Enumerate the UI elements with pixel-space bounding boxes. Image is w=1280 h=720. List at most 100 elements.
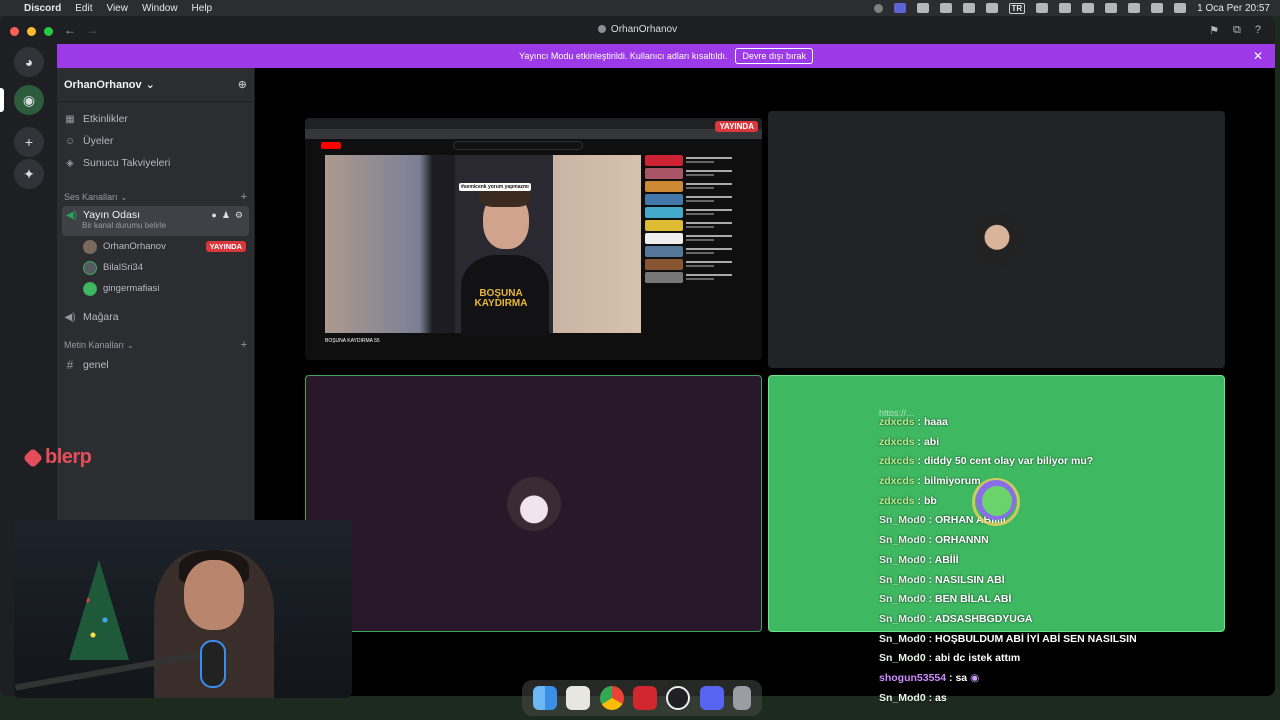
youtube-logo-icon bbox=[321, 142, 341, 149]
chat-message: Sn_Mod0 : NASILSIN ABİ bbox=[879, 573, 1005, 586]
menu-edit[interactable]: Edit bbox=[75, 3, 92, 14]
voice-channel-name: Yayın Odası bbox=[83, 209, 141, 221]
participant-tile[interactable] bbox=[768, 111, 1225, 368]
brightness-icon[interactable] bbox=[962, 3, 975, 13]
avatar bbox=[83, 260, 97, 275]
chat-message: Sn_Mod0 : ORHANNN bbox=[879, 534, 989, 547]
christmas-tree bbox=[69, 560, 129, 660]
video-title: BOŞUNA KAYDIRMA 55 bbox=[325, 338, 380, 344]
inbox-icon[interactable]: ⚑ bbox=[1209, 24, 1219, 37]
server-header[interactable]: OrhanOrhanov ⌄ ⊕ bbox=[57, 68, 254, 102]
stream-chat-overlay: https://... zdxcds : haaa zdxcds : abi z… bbox=[879, 408, 1219, 711]
menu-app-name[interactable]: Discord bbox=[24, 3, 61, 14]
live-badge: YAYINDA bbox=[205, 241, 246, 252]
voice-user[interactable]: gingermafiasi bbox=[57, 278, 254, 299]
add-text-channel-icon[interactable]: + bbox=[241, 339, 247, 351]
disable-streamer-mode-button[interactable]: Devre dışı bırak bbox=[735, 48, 813, 64]
macos-menu-bar: Discord Edit View Window Help TR 1 Oca P… bbox=[0, 0, 1280, 16]
streamer-head bbox=[184, 560, 244, 630]
screen-icon[interactable] bbox=[1059, 3, 1072, 13]
chat-message: Sn_Mod0 : ABİİİ bbox=[879, 553, 959, 566]
badge-icon: ◉ bbox=[970, 671, 980, 684]
nav-members[interactable]: ☺ Üyeler bbox=[57, 130, 254, 152]
title-bar: ← → OrhanOrhanov ⚑ ⧉ ? bbox=[0, 16, 1275, 44]
participant-tile-speaking[interactable] bbox=[305, 375, 762, 632]
chevron-down-icon: ⌄ bbox=[145, 79, 155, 91]
window-title: OrhanOrhanov bbox=[0, 24, 1275, 35]
screen-share-tile[interactable]: #semicenk yorum yapmazmı BOŞUNA KAYDIRMA… bbox=[305, 118, 762, 360]
riot-client-icon[interactable] bbox=[632, 686, 657, 710]
channel-magara[interactable]: ◀) Mağara bbox=[57, 306, 254, 328]
chat-bubble-icon[interactable]: ● bbox=[211, 210, 216, 221]
streamer-webcam bbox=[14, 520, 352, 698]
keyboard-icon[interactable] bbox=[1082, 3, 1095, 13]
popout-icon[interactable]: ⧉ bbox=[1233, 24, 1241, 37]
browser-tab-strip bbox=[305, 118, 762, 129]
menu-help[interactable]: Help bbox=[192, 3, 213, 14]
gear-icon[interactable]: ⚙ bbox=[235, 210, 243, 221]
grid-icon[interactable] bbox=[939, 3, 952, 13]
banner-text: Yayıncı Modu etkinleştirildi. Kullanıcı … bbox=[519, 51, 728, 61]
server-name: OrhanOrhanov bbox=[64, 78, 142, 91]
nav-members-label: Üyeler bbox=[83, 135, 114, 147]
discord-icon[interactable] bbox=[699, 686, 724, 710]
play-icon[interactable] bbox=[1105, 3, 1118, 13]
control-center-icon[interactable] bbox=[1174, 3, 1187, 13]
menu-window[interactable]: Window bbox=[142, 3, 178, 14]
voice-user-name: gingermafiasi bbox=[103, 283, 160, 294]
chat-message: zdxcds : bb bbox=[879, 494, 937, 507]
launchpad-icon[interactable] bbox=[566, 686, 591, 710]
youtube-search-box bbox=[453, 141, 583, 150]
audio-wave-icon[interactable] bbox=[985, 3, 998, 13]
record-status-icon[interactable] bbox=[873, 3, 883, 13]
voice-category[interactable]: Ses Kanalları ⌄ + bbox=[57, 188, 254, 206]
category-chevron-icon: ⌄ bbox=[127, 340, 134, 350]
volume-icon[interactable] bbox=[1036, 3, 1049, 13]
channel-genel[interactable]: # genel bbox=[57, 354, 254, 376]
nav-events[interactable]: ▦ Etkinlikler bbox=[57, 108, 254, 130]
chat-message: zdxcds : bilmiyorum bbox=[879, 475, 981, 488]
hashtag-icon: # bbox=[66, 358, 74, 372]
voice-channel-status[interactable]: Bir kanal durumu belirle bbox=[82, 221, 245, 230]
banner-close-icon[interactable]: ✕ bbox=[1253, 49, 1263, 63]
nav-boosts[interactable]: ◈ Sunucu Takviyeleri bbox=[57, 152, 254, 174]
recommended-list bbox=[645, 155, 755, 285]
obs-icon[interactable] bbox=[666, 686, 691, 710]
trash-icon[interactable] bbox=[733, 686, 752, 710]
avatar bbox=[83, 239, 97, 254]
discord-home-icon[interactable]: ◕ bbox=[14, 47, 44, 77]
discover-icon[interactable]: ✦ bbox=[14, 159, 44, 189]
voice-user[interactable]: BilalSri34 bbox=[57, 257, 254, 278]
video-frame: #semicenk yorum yapmazmı BOŞUNA KAYDIRMA bbox=[455, 155, 553, 335]
chrome-icon[interactable] bbox=[599, 686, 624, 710]
obs-icon[interactable] bbox=[916, 3, 929, 13]
invite-icon[interactable]: ♟ bbox=[222, 210, 230, 221]
invite-people-icon[interactable]: ⊕ bbox=[238, 78, 247, 91]
nav-events-label: Etkinlikler bbox=[83, 113, 128, 125]
chat-message: zdxcds : haaa bbox=[879, 416, 948, 428]
menu-clock[interactable]: 1 Oca Per 20:57 bbox=[1197, 3, 1270, 14]
wifi-icon[interactable] bbox=[1128, 3, 1141, 13]
chat-message: shogun53554 : sa ◉ bbox=[879, 671, 980, 684]
chat-message: zdxcds : abi bbox=[879, 435, 940, 448]
chat-message: Sn_Mod0 : ADSASHBGDYUGA bbox=[879, 612, 1033, 625]
voice-channel-yayin-odasi[interactable]: ◀) Yayın Odası Bir kanal durumu belirle … bbox=[62, 206, 249, 236]
finder-icon[interactable] bbox=[532, 686, 557, 710]
voice-user[interactable]: OrhanOrhanov YAYINDA bbox=[57, 236, 254, 257]
screen-share-icon[interactable] bbox=[893, 3, 906, 13]
search-icon[interactable] bbox=[1151, 3, 1164, 13]
menu-view[interactable]: View bbox=[106, 3, 128, 14]
blerp-icon bbox=[22, 447, 44, 468]
add-server-icon[interactable]: + bbox=[14, 127, 44, 157]
video-burned-text: BOŞUNA KAYDIRMA bbox=[474, 288, 528, 309]
help-icon[interactable]: ? bbox=[1255, 24, 1261, 37]
chat-message: Sn_Mod0 : ORHAN ABİİİİİ bbox=[879, 514, 1006, 527]
text-category[interactable]: Metin Kanalları ⌄ + bbox=[57, 336, 254, 354]
server-avatar[interactable]: ◉ bbox=[14, 85, 44, 115]
video-caption: #semicenk yorum yapmazmı bbox=[459, 183, 531, 191]
voice-user-name: OrhanOrhanov bbox=[103, 241, 166, 252]
add-voice-channel-icon[interactable]: + bbox=[241, 191, 247, 203]
input-source-indicator[interactable]: TR bbox=[1008, 2, 1026, 14]
chat-emote-icon bbox=[968, 478, 1020, 526]
voice-category-label: Ses Kanalları bbox=[64, 192, 118, 202]
